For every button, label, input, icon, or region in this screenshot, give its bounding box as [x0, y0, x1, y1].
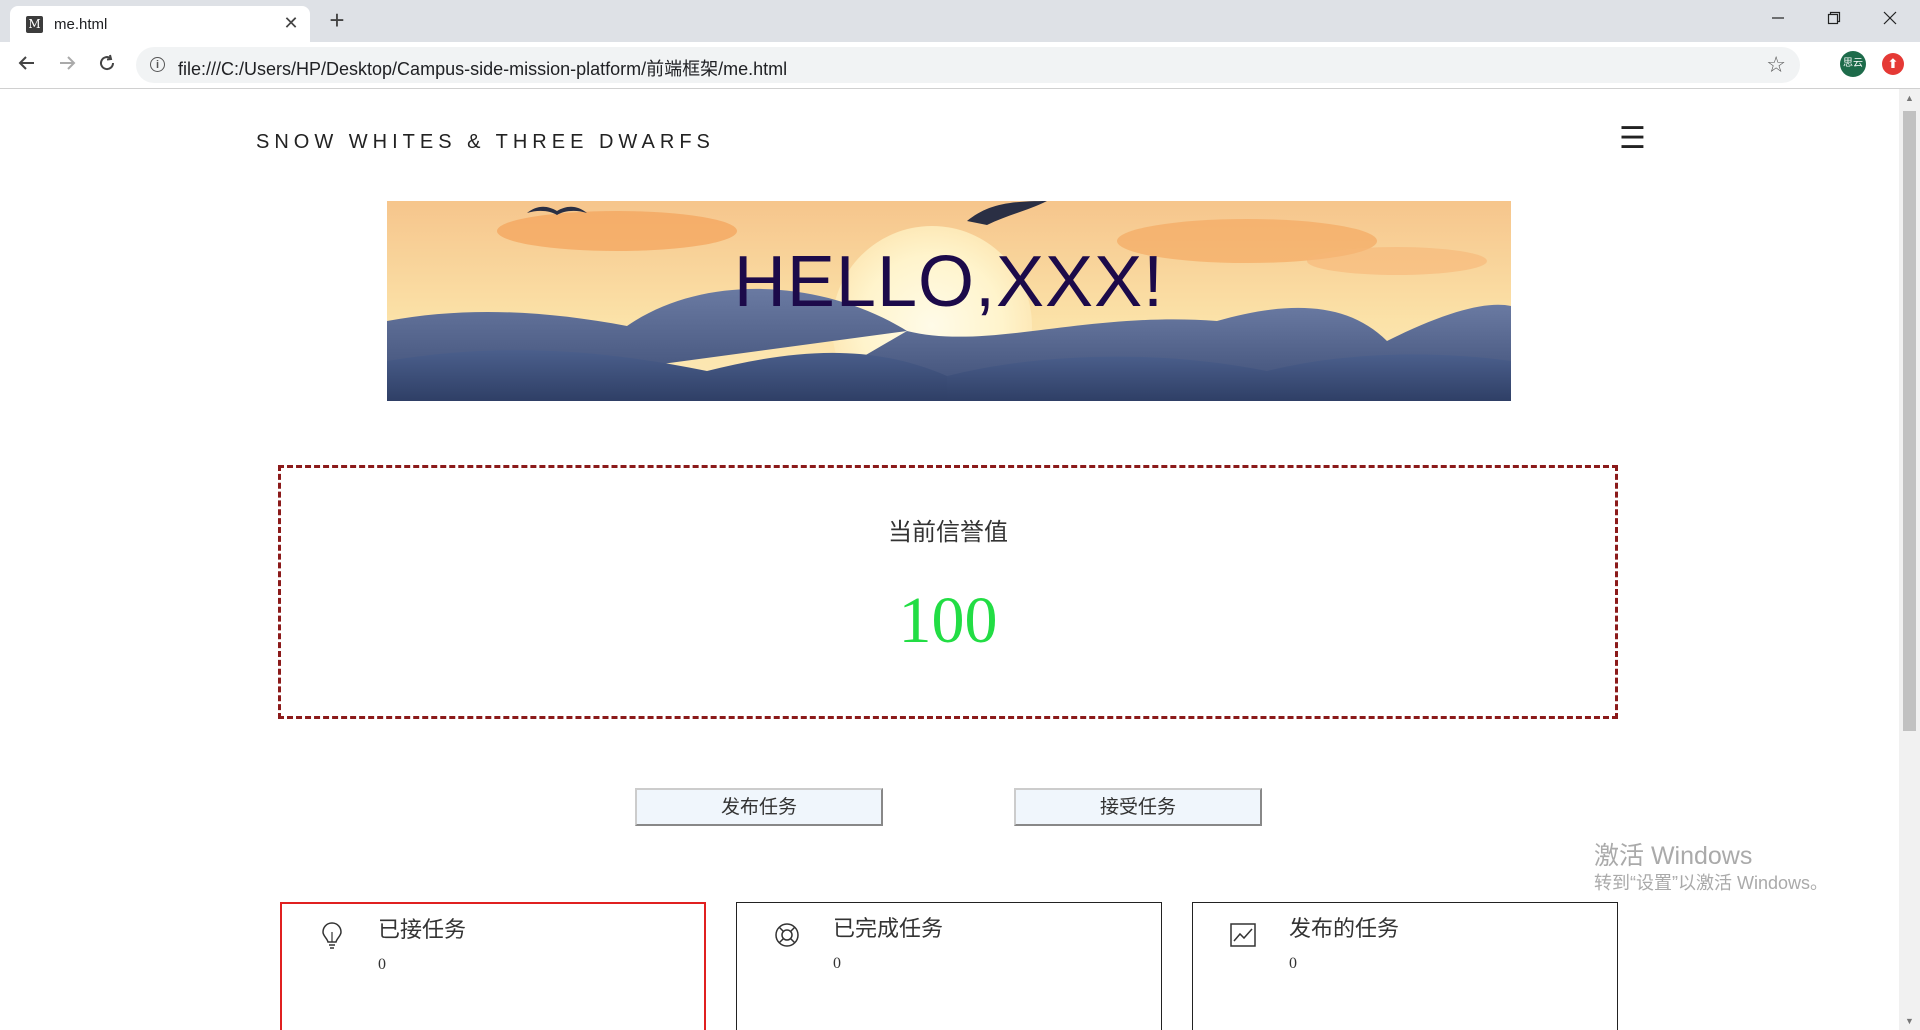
back-icon[interactable] — [12, 50, 42, 80]
forward-icon[interactable] — [52, 50, 82, 80]
hero-banner: HELLO,XXX! — [387, 201, 1511, 401]
lightbulb-icon — [322, 922, 342, 949]
windows-activation-title: 激活 Windows — [1594, 842, 1753, 870]
vertical-scrollbar[interactable]: ▲ ▼ — [1899, 89, 1920, 1030]
scroll-up-icon[interactable]: ▲ — [1899, 91, 1920, 105]
info-icon[interactable]: i — [150, 57, 165, 72]
lifebuoy-icon — [775, 923, 799, 947]
tab-bar: M me.html ✕ + — [0, 0, 1920, 42]
address-bar[interactable]: i file:///C:/Users/HP/Desktop/Campus-sid… — [136, 47, 1800, 83]
favicon-icon: M — [26, 16, 43, 33]
scroll-thumb[interactable] — [1903, 111, 1916, 731]
accepted-tasks-card[interactable]: 已接任务 0 — [280, 902, 706, 1030]
bookmark-star-icon[interactable]: ☆ — [1766, 52, 1786, 78]
card-count: 0 — [1289, 955, 1297, 972]
minimize-icon[interactable] — [1750, 0, 1806, 38]
accept-task-button[interactable]: 接受任务 — [1014, 788, 1262, 826]
brand-title: SNOW WHITES & THREE DWARFS — [256, 131, 715, 153]
extension-icon[interactable]: 思云 — [1840, 51, 1866, 77]
credit-score-value: 100 — [898, 584, 998, 657]
completed-tasks-card[interactable]: 已完成任务 0 — [736, 902, 1162, 1030]
card-count: 0 — [378, 956, 386, 973]
card-title: 发布的任务 — [1289, 916, 1400, 941]
published-tasks-card[interactable]: 发布的任务 0 — [1192, 902, 1618, 1030]
card-title: 已接任务 — [378, 917, 467, 942]
banner-greeting: HELLO,XXX! — [733, 242, 1165, 322]
scroll-down-icon[interactable]: ▼ — [1899, 1014, 1920, 1028]
new-tab-button[interactable]: + — [322, 6, 352, 36]
card-count: 0 — [833, 955, 841, 972]
credit-score-panel: 当前信誉值 100 — [278, 465, 1618, 719]
browser-tab[interactable]: M me.html ✕ — [10, 6, 310, 42]
credit-score-label: 当前信誉值 — [888, 519, 1008, 546]
reload-icon[interactable] — [92, 50, 122, 80]
url-text[interactable]: file:///C:/Users/HP/Desktop/Campus-side-… — [178, 55, 787, 81]
card-title: 已完成任务 — [833, 916, 944, 941]
hamburger-menu-icon[interactable]: ☰ — [1619, 121, 1646, 156]
chart-icon — [1230, 923, 1256, 947]
extension-upload-icon[interactable]: ⬆ — [1882, 53, 1904, 75]
restore-icon[interactable] — [1806, 0, 1862, 38]
close-tab-icon[interactable]: ✕ — [280, 12, 302, 34]
tab-title: me.html — [54, 16, 108, 33]
windows-activation-subtitle: 转到“设置”以激活 Windows。 — [1594, 873, 1829, 893]
browser-toolbar: i file:///C:/Users/HP/Desktop/Campus-sid… — [0, 42, 1920, 89]
publish-task-button[interactable]: 发布任务 — [635, 788, 883, 826]
window-close-icon[interactable] — [1862, 0, 1918, 38]
